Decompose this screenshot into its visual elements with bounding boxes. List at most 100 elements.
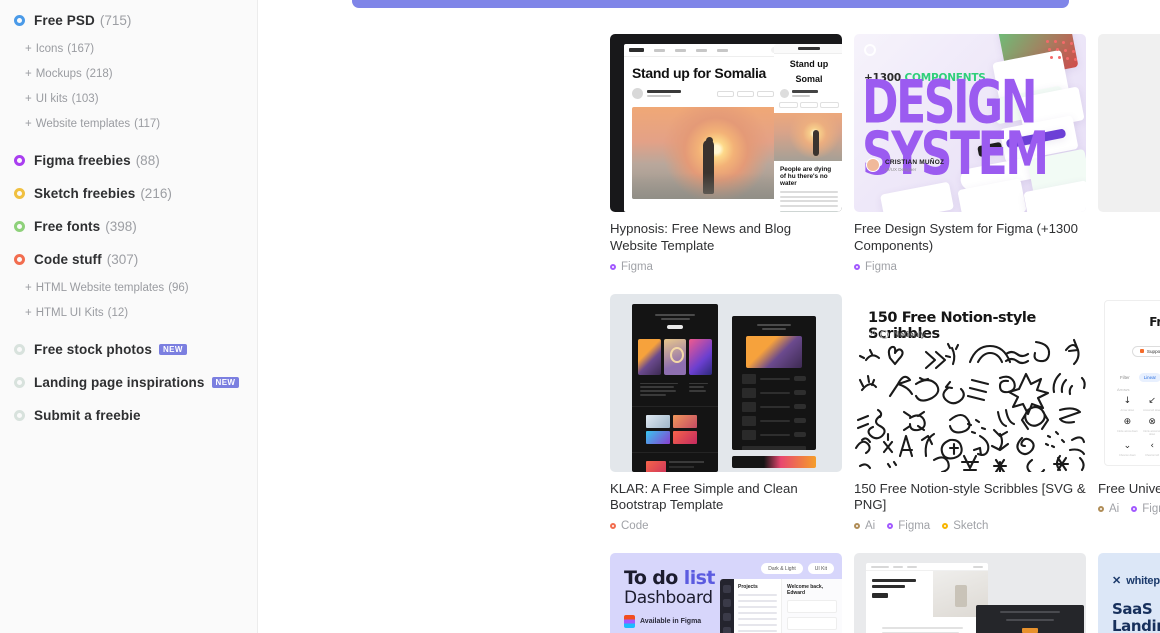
sidebar-item-count: (398) <box>105 218 137 234</box>
freebies-grid: Stand up for Somalia Stand up Somal Peop… <box>610 34 1160 633</box>
card-title[interactable]: Hypnosis: Free News and Blog Website Tem… <box>610 221 842 255</box>
klar-bootstrap-dark-thumbnail[interactable] <box>610 293 842 472</box>
empty-placeholder-thumbnail[interactable] <box>1098 34 1160 212</box>
todo-title-line-1: To do list <box>624 567 715 589</box>
card-interior-website <box>854 553 1086 633</box>
scribble-doodles <box>854 338 1086 472</box>
sidebar-subitem-html-ui-kits[interactable]: + HTML UI Kits (12) <box>25 306 257 320</box>
card-hypnosis: Stand up for Somalia Stand up Somal Peop… <box>610 34 842 273</box>
ui-icon-cell[interactable]: ↙ Arrow left down <box>1140 396 1160 412</box>
sidebar-subitem-label: Icons <box>35 43 64 55</box>
sidebar-item-label: Free stock photos <box>34 341 152 357</box>
ui-filter-chip[interactable]: Filter <box>1115 373 1135 382</box>
ring-icon <box>14 154 25 166</box>
mockup-nav-link <box>696 48 707 52</box>
arrow-left-down-icon: ↙ <box>1148 395 1156 406</box>
card-tags: Figma <box>610 261 842 273</box>
card-title[interactable]: Free Design System for Figma (+1300 Comp… <box>854 221 1086 255</box>
sidebar-subitem-count: (218) <box>85 68 113 80</box>
ring-icon <box>14 376 25 388</box>
card-tag-ai[interactable]: Ai <box>1098 503 1119 515</box>
card-title[interactable]: KLAR: A Free Simple and Clean Bootstrap … <box>610 481 842 515</box>
card-title[interactable]: 150 Free Notion-style Scribbles [SVG & P… <box>854 481 1086 515</box>
page-root: Free PSD (715) + Icons (167) + Mockups (218) + UI… <box>0 0 1160 633</box>
ui-subtitle: Open-source vector icons in 18 styles fo… <box>1105 334 1160 339</box>
card-todo-dashboard: Dark & Light UI Kit To do list Dashboard… <box>610 553 842 633</box>
sidebar-item-label: Submit a freebie <box>34 407 141 423</box>
notion-scribbles-thumbnail[interactable]: 150 Free Notion-style Scribbles v1 Notio… <box>854 293 1086 472</box>
ui-icon-cell[interactable]: ⊗ Circle arrow left down <box>1140 417 1160 436</box>
sidebar-item-sketch-freebies[interactable]: Sketch freebies (216) <box>14 182 257 204</box>
sidebar-subitem-mockups[interactable]: + Mockups (218) <box>25 67 257 81</box>
todo-app-mockup: Projects Welcome back, Edward <box>720 579 842 633</box>
card-tag-label: Figma <box>865 260 897 273</box>
card-tags: AiFigmaSketch <box>1098 503 1160 515</box>
card-tag-ai[interactable]: Ai <box>854 520 875 532</box>
card-tag-figma[interactable]: Figma <box>610 261 653 273</box>
card-tag-label: Code <box>621 520 649 533</box>
sidebar-item-free-psd[interactable]: Free PSD (715) <box>14 9 257 31</box>
sidebar-subitem-label: UI kits <box>35 93 68 105</box>
ui-filter-chip[interactable]: Linear <box>1138 372 1160 382</box>
card-tag-label: Ai <box>865 520 876 533</box>
mobile-headline-1: Stand up <box>789 59 829 69</box>
plus-icon: + <box>25 43 32 55</box>
card-tag-figma[interactable]: Figma <box>887 520 930 532</box>
ring-icon <box>942 523 949 530</box>
promo-banner[interactable] <box>352 0 1069 8</box>
ds-author: CRISTIAN MUÑOZ UI/UX Designer <box>866 158 944 172</box>
sidebar-item-free-fonts[interactable]: Free fonts (398) <box>14 215 257 237</box>
mobile-mockup: Stand up Somal People are dying of hu th… <box>774 44 842 212</box>
ring-icon <box>14 187 25 199</box>
ui-icon-cell[interactable]: ‹ Chevron left <box>1140 441 1160 457</box>
sidebar-subitem-ui-kits[interactable]: + UI kits (103) <box>25 92 257 106</box>
ring-icon <box>14 253 25 265</box>
whitepace-headline-line-2: Landing Page <box>1112 617 1160 633</box>
circle-arrow-down-icon: ⊕ <box>1123 416 1132 427</box>
sidebar-item-code-stuff[interactable]: Code stuff (307) <box>14 248 257 270</box>
ui-icon-cell[interactable]: ↓ Arrow down <box>1115 396 1140 412</box>
card-tag-code[interactable]: Code <box>610 520 649 532</box>
card-tags: Ai Figma Sketch <box>854 520 1086 532</box>
card-title[interactable]: Free Universal Icons <box>1098 481 1160 498</box>
sidebar-subitem-count: (117) <box>134 118 161 130</box>
ds-author-name: CRISTIAN MUÑOZ <box>885 158 945 166</box>
sidebar-item-free-stock-photos[interactable]: Free stock photos NEW <box>14 338 257 360</box>
ring-icon <box>854 523 860 530</box>
design-system-figma-thumbnail[interactable]: +1300 COMPONENTS DESIGN SYSTEM CRISTIAN … <box>854 34 1086 212</box>
ui-icon-label: Arrow down <box>1120 408 1135 412</box>
free-universal-icons-thumbnail[interactable]: Free universal icons Open-source vector … <box>1098 293 1160 472</box>
ui-icon-cell[interactable]: ⊕ Circle arrow down <box>1115 417 1140 436</box>
sidebar-item-landing-page-inspirations[interactable]: Landing page inspirations NEW <box>14 371 257 393</box>
card-whitepace-saas: ✕ whitepace SaaS Landing Page Free Figma… <box>1098 553 1160 633</box>
whitepace-headline-line-1: SaaS <box>1112 600 1153 619</box>
sidebar-item-label: Figma freebies <box>34 152 131 168</box>
whitepace-saas-landing-thumbnail[interactable]: ✕ whitepace SaaS Landing Page Free Figma… <box>1098 553 1160 633</box>
ui-icon-cell[interactable]: ⌄ Chevron down <box>1115 441 1140 457</box>
ring-icon <box>610 263 616 270</box>
sidebar-subitem-website-templates[interactable]: + Website templates (117) <box>25 117 257 131</box>
sidebar-item-figma-freebies[interactable]: Figma freebies (88) <box>14 149 257 171</box>
card-tag-sketch[interactable]: Sketch <box>942 520 988 532</box>
ring-icon <box>887 523 894 530</box>
ring-icon <box>610 523 616 530</box>
new-badge: NEW <box>158 343 187 355</box>
card-tag-label: Ai <box>1109 503 1120 516</box>
card-tag-figma[interactable]: Figma <box>854 261 897 273</box>
sidebar-item-label: Sketch freebies <box>34 185 136 201</box>
ring-icon <box>854 263 860 270</box>
sidebar-item-count: (307) <box>106 251 139 267</box>
card-tag-label: Figma <box>1142 503 1160 516</box>
ui-icon-label: Circle arrow down <box>1116 429 1138 433</box>
interior-website-thumbnail[interactable] <box>854 553 1086 633</box>
todo-availability: Available in Figma <box>624 615 701 629</box>
sidebar-item-count: (715) <box>99 12 132 28</box>
todo-list-dashboard-thumbnail[interactable]: Dark & Light UI Kit To do list Dashboard… <box>610 553 842 633</box>
card-tag-figma[interactable]: Figma <box>1131 503 1160 515</box>
sidebar-subitem-icons[interactable]: + Icons (167) <box>25 42 257 56</box>
sidebar-subitem-html-website-templates[interactable]: + HTML Website templates (96) <box>25 281 257 295</box>
somalia-news-template-thumbnail[interactable]: Stand up for Somalia Stand up Somal Peop… <box>610 34 842 212</box>
sidebar-item-submit-a-freebie[interactable]: Submit a freebie <box>14 404 257 426</box>
support-authors-button[interactable]: Support authors <box>1131 345 1160 357</box>
